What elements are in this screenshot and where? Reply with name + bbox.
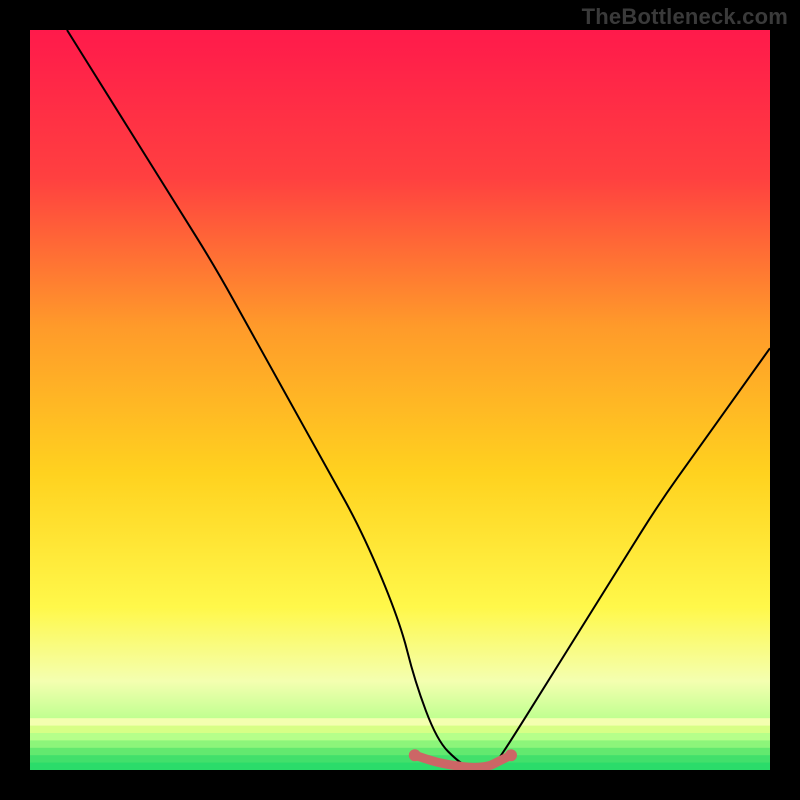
chart-frame: TheBottleneck.com: [0, 0, 800, 800]
gradient-background: [30, 30, 770, 770]
green-stripe-band: [30, 718, 770, 770]
chart-svg: [30, 30, 770, 770]
plot-area: [30, 30, 770, 770]
watermark-text: TheBottleneck.com: [582, 4, 788, 30]
